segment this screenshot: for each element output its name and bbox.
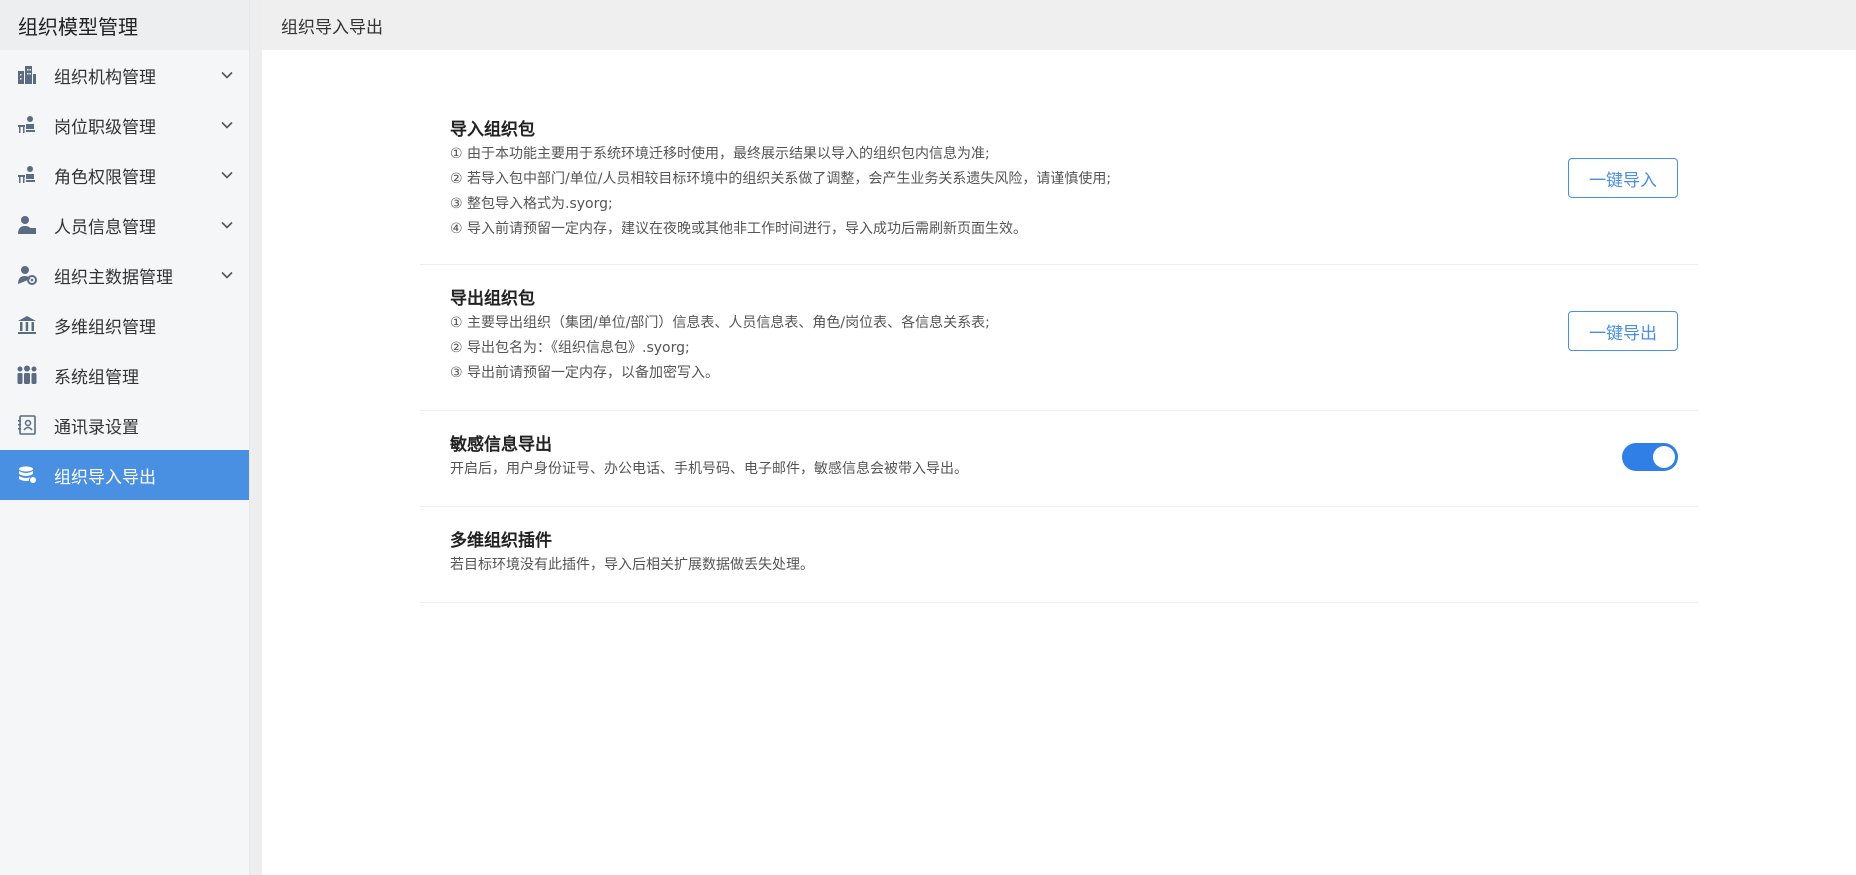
sidebar-item-master-data[interactable]: 组织主数据管理 <box>0 250 249 300</box>
sensitive-export-toggle[interactable] <box>1622 443 1678 471</box>
building-icon <box>16 64 38 86</box>
section-note: ① 主要导出组织（集团/单位/部门）信息表、人员信息表、角色/岗位表、各信息关系… <box>450 315 990 331</box>
sidebar-gutter <box>250 0 262 875</box>
sidebar-item-label: 组织机构管理 <box>54 67 156 88</box>
page-header: 组织导入导出 <box>262 0 1856 50</box>
role-icon <box>16 164 38 186</box>
sidebar-item-roles[interactable]: 角色权限管理 <box>0 150 249 200</box>
sensitive-export-section: 敏感信息导出 开启后，用户身份证号、办公电话、手机号码、电子邮件，敏感信息会被带… <box>420 411 1698 507</box>
position-icon <box>16 114 38 136</box>
chevron-down-icon <box>219 217 235 233</box>
multidim-plugin-section: 多维组织插件 若目标环境没有此插件，导入后相关扩展数据做丢失处理。 <box>420 507 1698 603</box>
chevron-down-icon <box>219 67 235 83</box>
export-package-section: 导出组织包 ① 主要导出组织（集团/单位/部门）信息表、人员信息表、角色/岗位表… <box>420 265 1698 411</box>
section-title: 敏感信息导出 <box>450 435 552 455</box>
sidebar-item-label: 通讯录设置 <box>54 417 139 438</box>
sidebar-item-import-export[interactable]: 组织导入导出 <box>0 450 249 500</box>
sidebar-item-contacts[interactable]: 通讯录设置 <box>0 400 249 450</box>
import-package-section: 导入组织包 ① 由于本功能主要用于系统环境迁移时使用，最终展示结果以导入的组织包… <box>420 112 1698 265</box>
section-title: 导出组织包 <box>450 289 535 309</box>
sidebar-item-label: 多维组织管理 <box>54 317 156 338</box>
person-icon <box>16 214 38 236</box>
sidebar-item-label: 组织导入导出 <box>54 467 156 488</box>
sidebar-item-system-group[interactable]: 系统组管理 <box>0 350 249 400</box>
section-note: ① 由于本功能主要用于系统环境迁移时使用，最终展示结果以导入的组织包内信息为准; <box>450 146 990 162</box>
sidebar-item-label: 组织主数据管理 <box>54 267 173 288</box>
group-icon <box>16 364 38 386</box>
sidebar-item-label: 岗位职级管理 <box>54 117 156 138</box>
chevron-down-icon <box>219 267 235 283</box>
sidebar-item-label: 角色权限管理 <box>54 167 156 188</box>
main-content: 导入组织包 ① 由于本功能主要用于系统环境迁移时使用，最终展示结果以导入的组织包… <box>262 50 1856 875</box>
chevron-down-icon <box>219 117 235 133</box>
sidebar-title: 组织模型管理 <box>0 0 249 50</box>
page-title: 组织导入导出 <box>281 17 383 38</box>
database-icon <box>16 464 38 486</box>
sidebar-item-multidim-org[interactable]: 多维组织管理 <box>0 300 249 350</box>
sidebar-item-org-structure[interactable]: 组织机构管理 <box>0 50 249 100</box>
one-click-export-button[interactable]: 一键导出 <box>1568 311 1678 351</box>
section-desc: 开启后，用户身份证号、办公电话、手机号码、电子邮件，敏感信息会被带入导出。 <box>450 461 968 477</box>
sidebar-item-positions[interactable]: 岗位职级管理 <box>0 100 249 150</box>
section-note: ③ 整包导入格式为.syorg; <box>450 196 613 212</box>
one-click-import-button[interactable]: 一键导入 <box>1568 158 1678 198</box>
sidebar-item-label: 人员信息管理 <box>54 217 156 238</box>
section-desc: 若目标环境没有此插件，导入后相关扩展数据做丢失处理。 <box>450 557 814 573</box>
chevron-down-icon <box>219 167 235 183</box>
section-title: 多维组织插件 <box>450 531 552 551</box>
section-title: 导入组织包 <box>450 120 535 140</box>
section-note: ② 若导入包中部门/单位/人员相较目标环境中的组织关系做了调整，会产生业务关系遗… <box>450 171 1112 187</box>
sidebar-item-personnel[interactable]: 人员信息管理 <box>0 200 249 250</box>
section-note: ② 导出包名为：《组织信息包》.syorg; <box>450 340 690 356</box>
sidebar: 组织模型管理 组织机构管理 岗位职级管理 角色权限管理 人员信息管理 组织主数据… <box>0 0 250 875</box>
toggle-knob <box>1653 446 1675 468</box>
section-note: ③ 导出前请预留一定内存，以备加密写入。 <box>450 365 719 381</box>
settings-list: 导入组织包 ① 由于本功能主要用于系统环境迁移时使用，最终展示结果以导入的组织包… <box>420 112 1698 603</box>
section-note: ④ 导入前请预留一定内存，建议在夜晚或其他非工作时间进行，导入成功后需刷新页面生… <box>450 221 1027 237</box>
sidebar-item-label: 系统组管理 <box>54 367 139 388</box>
institution-icon <box>16 314 38 336</box>
contacts-icon <box>16 414 38 436</box>
master-data-icon <box>16 264 38 286</box>
